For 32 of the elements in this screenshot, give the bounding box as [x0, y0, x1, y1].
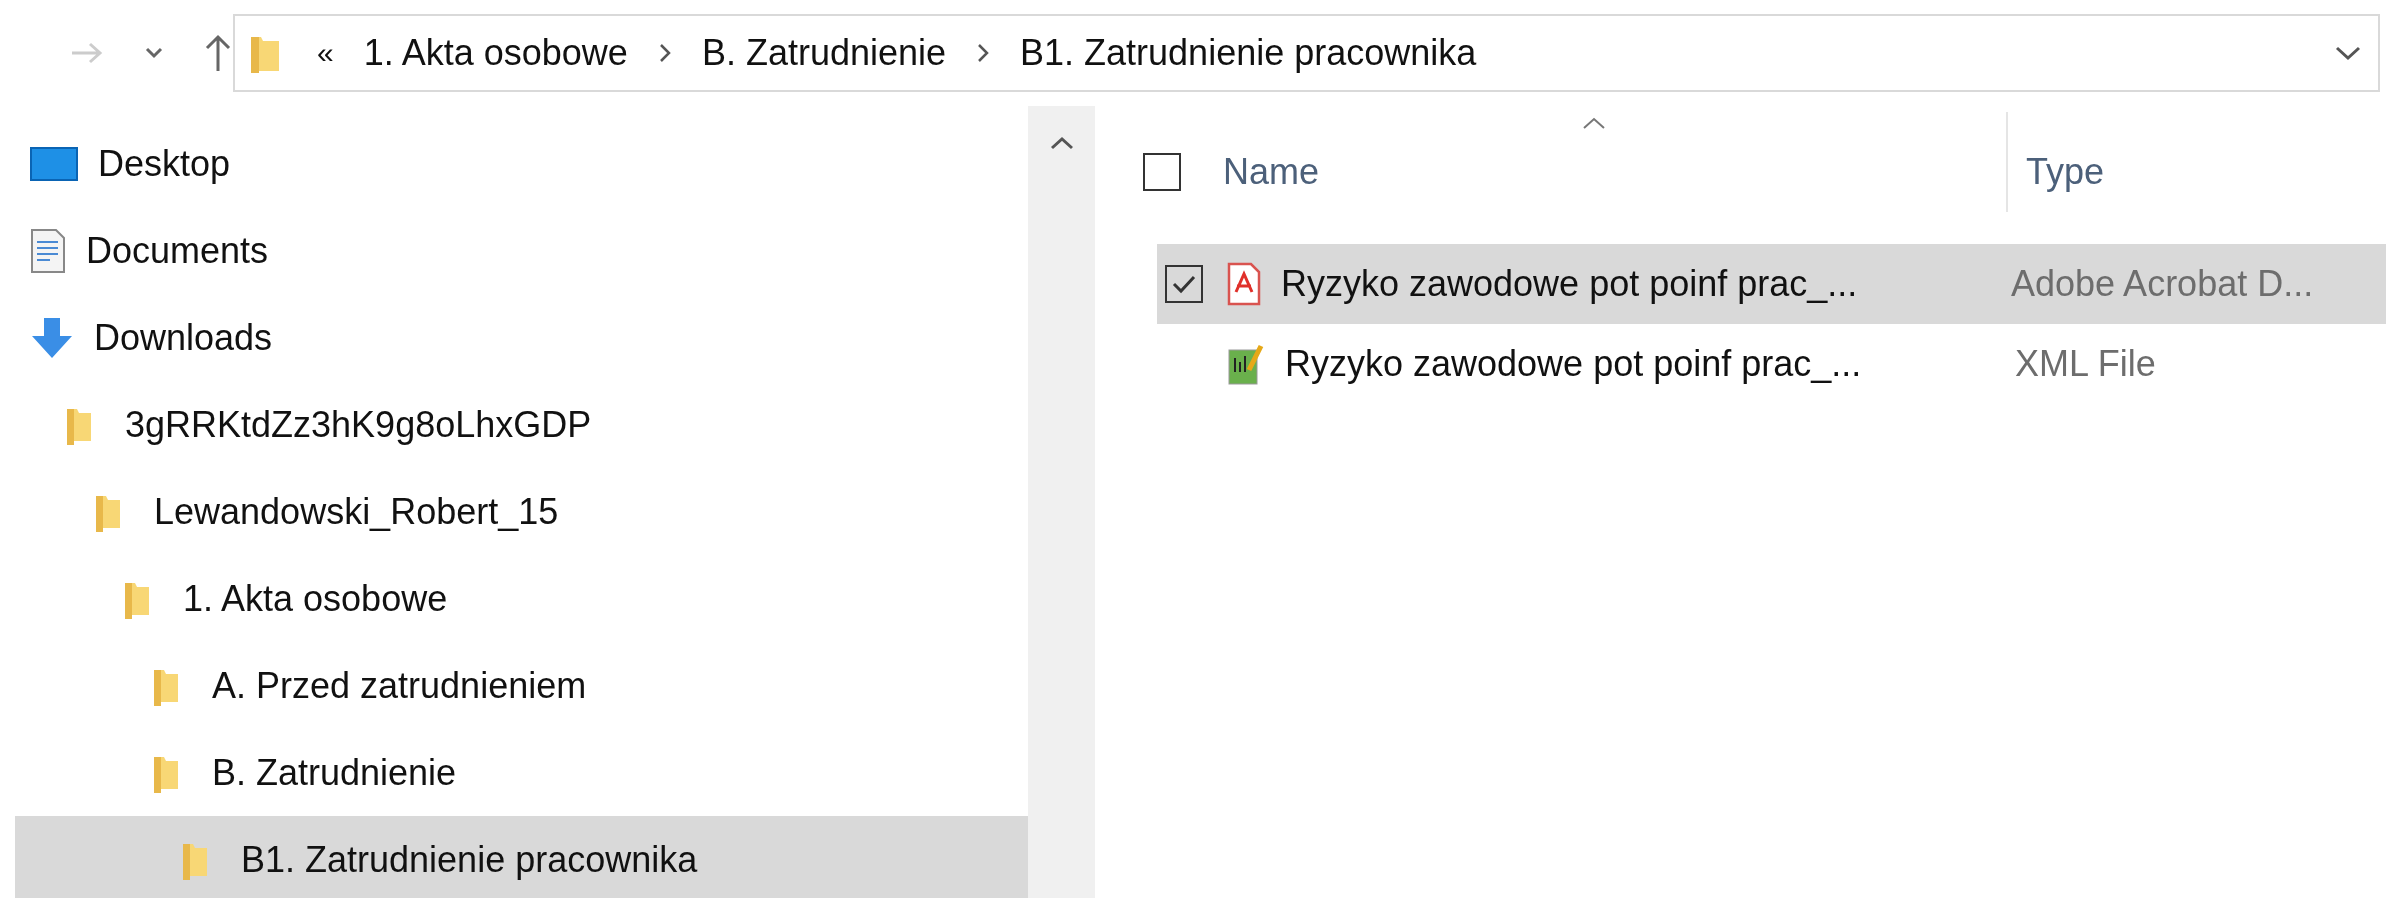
chevron-right-icon[interactable] [657, 42, 672, 64]
sort-ascending-icon [1581, 116, 1606, 130]
tree-item[interactable]: A. Przed zatrudnieniem [15, 642, 1028, 729]
breadcrumb[interactable]: B. Zatrudnienie [701, 32, 947, 74]
scroll-up-icon[interactable] [1049, 136, 1074, 150]
column-header[interactable]: Name [1181, 112, 2008, 212]
breadcrumb[interactable]: 1. Akta osobowe [363, 32, 628, 74]
down-arrow-icon [30, 315, 74, 360]
recent-locations-button[interactable] [144, 46, 164, 60]
tree-item[interactable]: Lewandowski_Robert_15 [15, 468, 1028, 555]
tree-item[interactable]: B. Zatrudnienie [15, 729, 1028, 816]
file-row[interactable]: Ryzyko zawodowe pot poinf prac_... Adobe Acrobat D... [1157, 244, 2386, 324]
monitor-icon [30, 146, 78, 181]
chevron-right-icon[interactable] [976, 42, 991, 64]
file-row[interactable]: Ryzyko zawodowe pot poinf prac_... XML File [1157, 324, 2386, 404]
overflow-chevrons[interactable]: « [317, 36, 334, 70]
tree-item[interactable]: Desktop [15, 120, 1028, 207]
tree-item[interactable]: Documents [15, 207, 1028, 294]
document-icon [30, 227, 66, 274]
tree-item[interactable]: B1. Zatrudnienie pracownika [15, 816, 1028, 898]
pdf-file-icon [1227, 262, 1261, 306]
address-bar[interactable]: « 1. Akta osobowe B. Zatrudnienie B1. Zatrudnienie pracownika [233, 14, 2380, 92]
select-all-checkbox[interactable] [1143, 153, 1181, 191]
tree-item[interactable]: 1. Akta osobowe [15, 555, 1028, 642]
up-button[interactable] [204, 34, 232, 72]
tree-item[interactable]: Downloads [15, 294, 1028, 381]
notepad-pen-icon [1227, 342, 1265, 386]
tree-item[interactable]: 3gRRKtdZz3hK9g8oLhxGDP [15, 381, 1028, 468]
breadcrumb[interactable]: B1. Zatrudnienie pracownika [1020, 32, 1477, 74]
dropdown-chevron-icon[interactable] [2334, 45, 2362, 61]
scrollbar[interactable] [1028, 106, 1095, 898]
column-header[interactable]: Type [2008, 112, 2105, 212]
